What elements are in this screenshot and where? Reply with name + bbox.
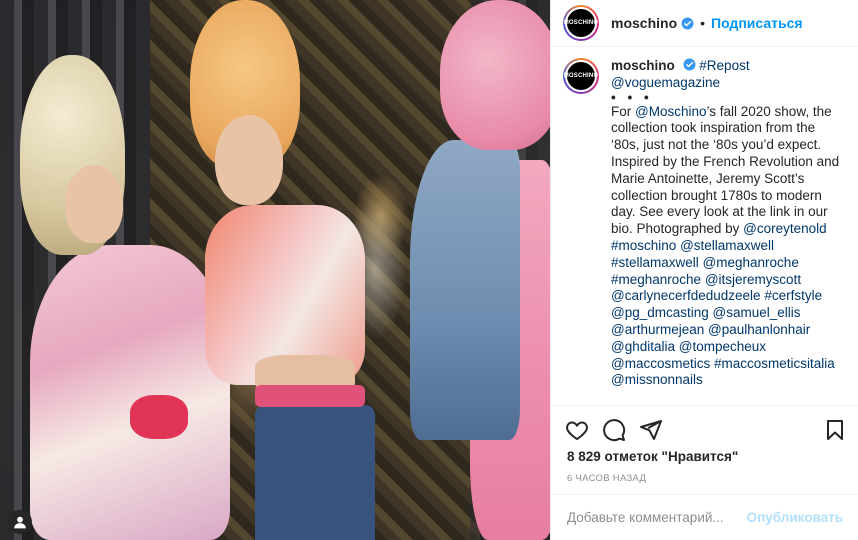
caption-scroll-area[interactable]: MOSCHINO moschino #Repost @voguemagazine… bbox=[551, 58, 858, 404]
share-icon[interactable] bbox=[639, 418, 663, 442]
hashtag-link[interactable]: #maccosmeticsitalia bbox=[714, 356, 835, 371]
mention-link[interactable]: @voguemagazine bbox=[611, 75, 720, 90]
caption-tags: #moschino @stellamaxwell #stellamaxwell … bbox=[611, 238, 835, 387]
mention-link[interactable]: @samuel_ellis bbox=[713, 305, 801, 320]
comment-bar: Опубликовать bbox=[551, 494, 858, 540]
hashtag-link[interactable]: #moschino bbox=[611, 238, 676, 253]
avatar-logo: MOSCHINO bbox=[564, 60, 598, 92]
avatar-logo: MOSCHINO bbox=[564, 7, 598, 39]
header-username[interactable]: moschino bbox=[611, 15, 677, 31]
mention-link[interactable]: @meghanroche bbox=[703, 255, 799, 270]
caption-body-text: ’s fall 2020 show, the collection took i… bbox=[611, 103, 840, 237]
like-count[interactable]: 8 829 отметок "Нравится" bbox=[567, 449, 738, 464]
user-tag-icon[interactable] bbox=[8, 510, 32, 534]
mention-link[interactable]: @itsjeremyscott bbox=[705, 272, 801, 287]
mention-link[interactable]: @ghditalia bbox=[611, 339, 675, 354]
verified-badge-icon bbox=[683, 58, 695, 71]
verified-badge-icon bbox=[681, 17, 694, 29]
mention-link[interactable]: @coreytenold bbox=[743, 221, 827, 236]
caption-username[interactable]: moschino bbox=[611, 58, 675, 73]
post-side-panel: MOSCHINO moschino • Подписаться MOSCHINO… bbox=[550, 0, 858, 540]
ellipsis-text: • • • bbox=[611, 89, 653, 105]
action-bar bbox=[551, 405, 858, 453]
avatar[interactable]: MOSCHINO bbox=[563, 5, 599, 41]
comment-input[interactable] bbox=[567, 510, 747, 525]
mention-link[interactable]: @maccosmetics bbox=[611, 356, 710, 371]
comment-icon[interactable] bbox=[602, 418, 626, 442]
mention-link[interactable]: @tompecheux bbox=[679, 339, 766, 354]
publish-button[interactable]: Опубликовать bbox=[747, 510, 843, 525]
hashtag-link[interactable]: #meghanroche bbox=[611, 272, 701, 287]
caption-avatar[interactable]: MOSCHINO bbox=[563, 58, 599, 94]
mention-link[interactable]: @arthurmejean bbox=[611, 322, 704, 337]
post-header: MOSCHINO moschino • Подписаться bbox=[551, 0, 858, 47]
hashtag-link[interactable]: #stellamaxwell bbox=[611, 255, 699, 270]
bookmark-icon[interactable] bbox=[823, 418, 847, 442]
separator-dot: • bbox=[700, 15, 706, 31]
mention-link[interactable]: @Moschino bbox=[635, 104, 706, 119]
heart-icon[interactable] bbox=[565, 418, 589, 442]
follow-button[interactable]: Подписаться bbox=[711, 15, 803, 31]
pink-glove bbox=[130, 395, 188, 439]
hashtag-link[interactable]: #Repost bbox=[699, 58, 749, 73]
mention-link[interactable]: @missnonnails bbox=[611, 372, 703, 387]
hashtag-link[interactable]: #cerfstyle bbox=[764, 288, 822, 303]
mention-link[interactable]: @pg_dmcasting bbox=[611, 305, 709, 320]
caption-text: moschino #Repost @voguemagazine • • • Fo… bbox=[611, 58, 843, 389]
mention-link[interactable]: @stellamaxwell bbox=[680, 238, 774, 253]
post-timestamp: 6 ЧАСОВ НАЗАД bbox=[567, 473, 647, 484]
mention-link[interactable]: @paulhanlonhair bbox=[708, 322, 810, 337]
caption-prefix: For bbox=[611, 103, 636, 119]
post-image[interactable] bbox=[0, 0, 550, 540]
caption: MOSCHINO moschino #Repost @voguemagazine… bbox=[563, 58, 843, 389]
mention-link[interactable]: @carlynecerfdedudzeele bbox=[611, 288, 761, 303]
